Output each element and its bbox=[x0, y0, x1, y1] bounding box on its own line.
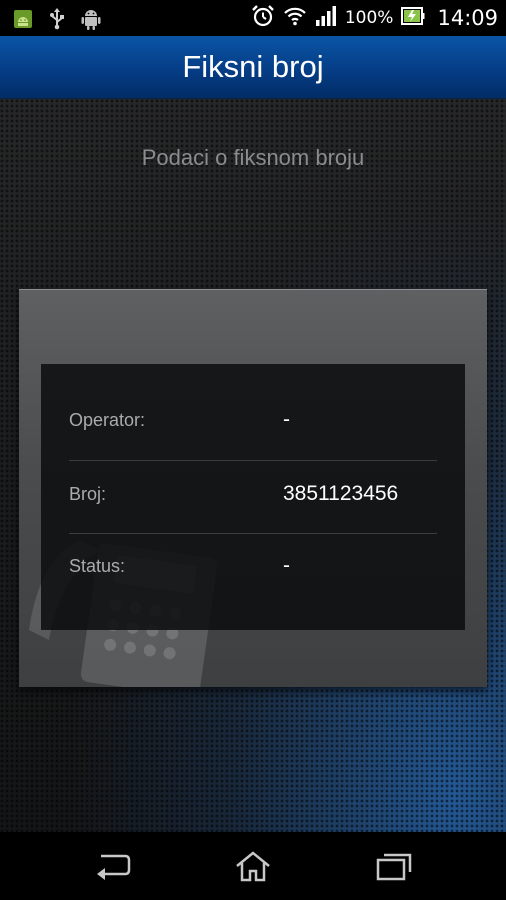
info-card: Operator: - Broj: 3851123456 Status: - bbox=[19, 289, 487, 687]
row-operator: Operator: - bbox=[69, 384, 437, 456]
number-value: 3851123456 bbox=[283, 482, 399, 505]
section-subtitle: Podaci o fiksnom broju bbox=[141, 145, 365, 170]
clock: 14:09 bbox=[437, 6, 498, 30]
number-label: Broj: bbox=[69, 484, 107, 504]
info-panel: Operator: - Broj: 3851123456 Status: - bbox=[41, 364, 465, 630]
status-label: Status: bbox=[69, 556, 126, 576]
wifi-icon bbox=[283, 5, 307, 31]
battery-icon bbox=[401, 6, 425, 30]
status-bar: 100% 14:09 bbox=[0, 0, 506, 36]
recent-apps-icon[interactable] bbox=[374, 850, 414, 882]
status-value: - bbox=[283, 554, 290, 577]
navigation-bar bbox=[0, 832, 506, 900]
android-icon bbox=[80, 7, 102, 35]
signal-icon bbox=[315, 5, 337, 31]
action-bar: Fiksni broj bbox=[0, 36, 506, 99]
usb-icon bbox=[48, 8, 66, 34]
battery-percent: 100% bbox=[344, 8, 394, 28]
alarm-icon bbox=[251, 4, 275, 32]
row-number: Broj: 3851123456 bbox=[69, 458, 437, 530]
home-icon[interactable] bbox=[233, 850, 273, 882]
status-notifications bbox=[12, 7, 102, 35]
row-status: Status: - bbox=[69, 530, 437, 602]
main-content: Podaci o fiksnom broju Operator: - Broj:… bbox=[0, 99, 506, 832]
page-title: Fiksni broj bbox=[182, 49, 324, 84]
back-icon[interactable] bbox=[93, 850, 133, 882]
operator-label: Operator: bbox=[69, 410, 146, 430]
android-debug-icon bbox=[12, 8, 34, 34]
status-indicators: 100% 14:09 bbox=[251, 5, 498, 31]
operator-value: - bbox=[283, 408, 290, 431]
